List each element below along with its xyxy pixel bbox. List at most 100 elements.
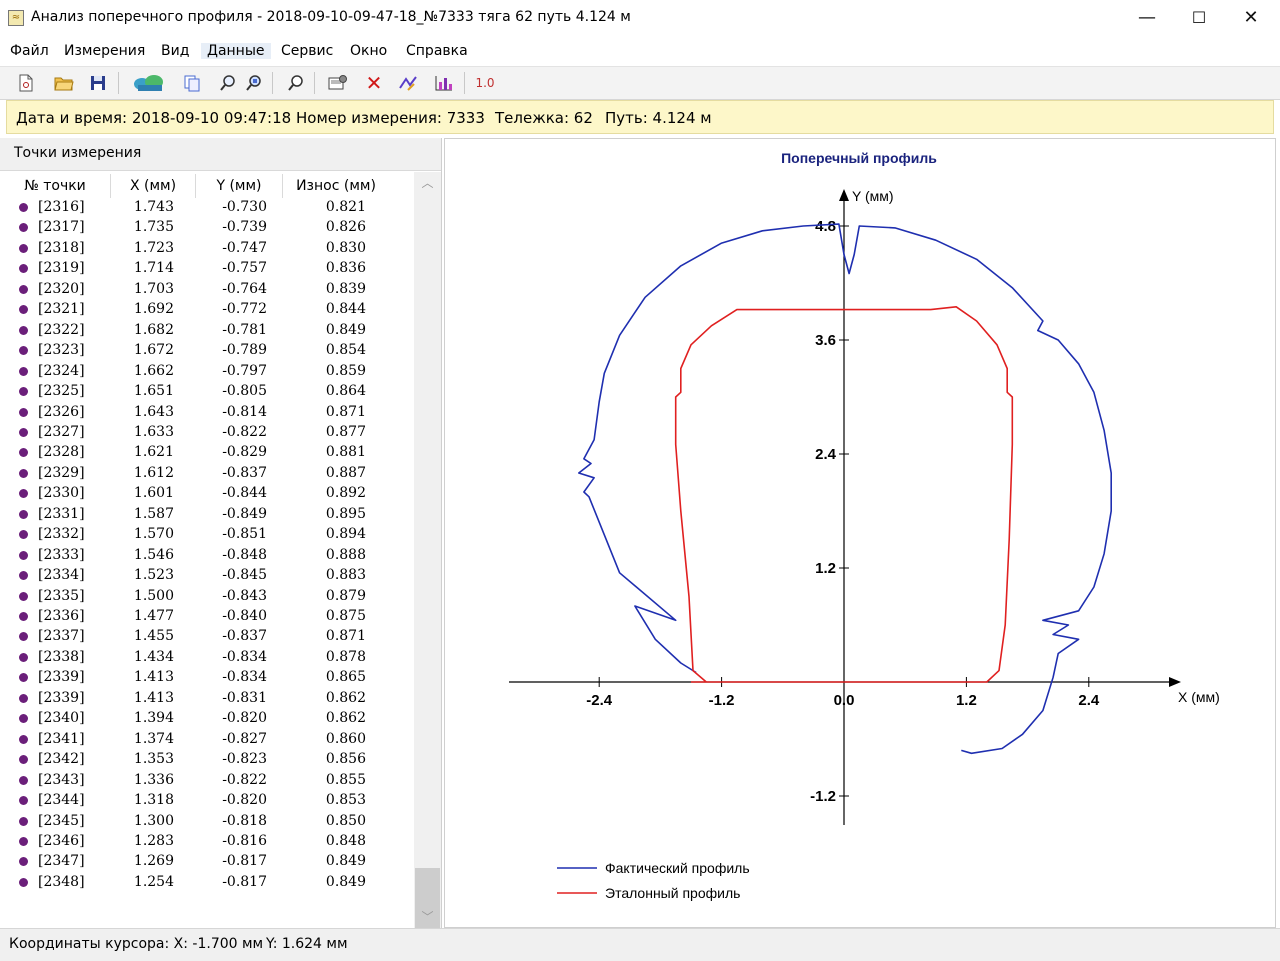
maximize-button[interactable]: ☐ xyxy=(1172,0,1226,36)
table-row[interactable]: [2317] 1.735 -0.739 0.826 xyxy=(0,218,414,238)
menu-bar: Файл Измерения Вид Данные Сервис Окно Сп… xyxy=(0,38,1280,66)
table-row[interactable]: [2328] 1.621 -0.829 0.881 xyxy=(0,443,414,463)
x-tick-label: -1.2 xyxy=(709,692,735,709)
edit-curve-icon[interactable] xyxy=(396,71,420,95)
copy-icon[interactable] xyxy=(180,71,204,95)
toolbar-separator xyxy=(118,72,119,94)
table-row[interactable]: [2323] 1.672 -0.789 0.854 xyxy=(0,341,414,361)
x-cell: 1.743 xyxy=(133,199,174,215)
table-row[interactable]: [2339] 1.413 -0.831 0.862 xyxy=(0,689,414,709)
table-row[interactable]: [2335] 1.500 -0.843 0.879 xyxy=(0,587,414,607)
table-row[interactable]: [2318] 1.723 -0.747 0.830 xyxy=(0,239,414,259)
new-document-icon[interactable] xyxy=(14,71,38,95)
point-id-cell: [2320] xyxy=(38,280,85,297)
points-scrollbar[interactable]: ︿ ﹀ xyxy=(414,172,441,932)
save-icon[interactable] xyxy=(86,71,110,95)
point-id-cell: [2348] xyxy=(38,873,85,890)
point-dot-icon xyxy=(19,325,28,335)
profile-chart-panel: Поперечный профиль X (мм) Y (мм) -2.4 -1.2 0… xyxy=(444,138,1276,928)
close-button[interactable]: ✕ xyxy=(1224,0,1278,36)
minimize-button[interactable]: — xyxy=(1120,0,1174,36)
wear-cell: 0.878 xyxy=(325,648,366,665)
point-dot-icon xyxy=(19,203,28,212)
table-row[interactable]: [2319] 1.714 -0.757 0.836 xyxy=(0,259,414,279)
x-cell: 1.672 xyxy=(133,342,174,359)
table-row[interactable]: [2337] 1.455 -0.837 0.871 xyxy=(0,627,414,647)
wear-cell: 0.881 xyxy=(325,444,366,461)
table-row[interactable]: [2316] 1.743 -0.730 0.821 xyxy=(0,198,414,218)
table-row[interactable]: [2321] 1.692 -0.772 0.844 xyxy=(0,300,414,320)
cloud-data-icon[interactable] xyxy=(130,71,170,95)
toolbar: ✕ 1.0 xyxy=(0,66,1280,100)
table-row[interactable]: [2342] 1.353 -0.823 0.856 xyxy=(0,750,414,770)
table-row[interactable]: [2348] 1.254 -0.817 0.849 xyxy=(0,873,414,893)
point-id-cell: [2336] xyxy=(38,608,85,624)
menu-help[interactable]: Справка xyxy=(406,43,468,59)
settings-icon[interactable] xyxy=(326,71,350,95)
search-icon[interactable] xyxy=(284,71,308,95)
zoom-icon[interactable] xyxy=(216,71,240,95)
menu-view[interactable]: Вид xyxy=(161,43,189,59)
table-row[interactable]: [2336] 1.477 -0.840 0.875 xyxy=(0,607,414,627)
menu-file[interactable]: Файл xyxy=(10,43,49,59)
open-folder-icon[interactable] xyxy=(52,71,76,95)
y-tick-label: 3.6 xyxy=(815,332,836,349)
chart-icon[interactable] xyxy=(432,71,456,95)
column-header-x[interactable]: X (мм) xyxy=(111,174,196,198)
menu-data[interactable]: Данные xyxy=(201,43,271,59)
table-row[interactable]: [2332] 1.570 -0.851 0.894 xyxy=(0,525,414,545)
point-dot-icon xyxy=(19,612,28,621)
point-dot-icon xyxy=(19,264,28,274)
x-cell: 1.633 xyxy=(133,423,174,440)
x-cell: 1.723 xyxy=(133,239,174,256)
wear-cell: 0.854 xyxy=(325,342,366,359)
menu-measurements[interactable]: Измерения xyxy=(64,43,145,59)
table-row[interactable]: [2344] 1.318 -0.820 0.853 xyxy=(0,791,414,811)
point-dot-icon xyxy=(19,448,28,458)
table-row[interactable]: [2324] 1.662 -0.797 0.859 xyxy=(0,362,414,382)
datetime-label: Дата и время: 2018-09-10 09:47:18 xyxy=(16,109,292,127)
column-header-wear[interactable]: Износ (мм) xyxy=(283,174,389,198)
menu-window[interactable]: Окно xyxy=(350,43,387,59)
wear-cell: 0.821 xyxy=(325,199,366,215)
table-row[interactable]: [2338] 1.434 -0.834 0.878 xyxy=(0,648,414,668)
table-row[interactable]: [2320] 1.703 -0.764 0.839 xyxy=(0,280,414,300)
menu-service[interactable]: Сервис xyxy=(281,43,333,59)
table-row[interactable]: [2343] 1.336 -0.822 0.855 xyxy=(0,771,414,791)
y-cell: -0.840 xyxy=(222,608,267,624)
table-row[interactable]: [2322] 1.682 -0.781 0.849 xyxy=(0,321,414,341)
zoom-fit-icon[interactable] xyxy=(242,71,266,95)
table-row[interactable]: [2334] 1.523 -0.845 0.883 xyxy=(0,566,414,586)
table-row[interactable]: [2347] 1.269 -0.817 0.849 xyxy=(0,852,414,872)
y-tick-label: 2.4 xyxy=(815,446,837,463)
table-row[interactable]: [2330] 1.601 -0.844 0.892 xyxy=(0,484,414,504)
column-header-point[interactable]: № точки xyxy=(0,174,111,198)
table-row[interactable]: [2341] 1.374 -0.827 0.860 xyxy=(0,730,414,750)
x-cell: 1.570 xyxy=(133,526,174,543)
table-row[interactable]: [2340] 1.394 -0.820 0.862 xyxy=(0,709,414,729)
point-id-cell: [2335] xyxy=(38,587,85,604)
profile-chart[interactable]: Поперечный профиль X (мм) Y (мм) -2.4 -1.2 0… xyxy=(445,139,1275,927)
table-row[interactable]: [2345] 1.300 -0.818 0.850 xyxy=(0,812,414,832)
legend-label: Эталонный профиль xyxy=(605,885,740,901)
points-panel-title: Точки измерения xyxy=(14,145,142,161)
table-row[interactable]: [2327] 1.633 -0.822 0.877 xyxy=(0,423,414,443)
table-row[interactable]: [2333] 1.546 -0.848 0.888 xyxy=(0,546,414,566)
x-cell: 1.254 xyxy=(133,873,174,890)
scroll-down-icon[interactable]: ﹀ xyxy=(414,906,441,928)
y-axis-label: Y (мм) xyxy=(852,188,894,204)
y-axis-arrow xyxy=(839,189,849,201)
y-cell: -0.747 xyxy=(222,239,267,256)
scroll-up-icon[interactable]: ︿ xyxy=(414,172,441,194)
table-row[interactable]: [2326] 1.643 -0.814 0.871 xyxy=(0,403,414,423)
scale-icon[interactable]: 1.0 xyxy=(472,71,498,95)
table-row[interactable]: [2325] 1.651 -0.805 0.864 xyxy=(0,382,414,402)
delete-icon[interactable]: ✕ xyxy=(362,71,386,95)
table-row[interactable]: [2339] 1.413 -0.834 0.865 xyxy=(0,668,414,688)
x-cell: 1.336 xyxy=(133,771,174,788)
column-header-y[interactable]: Y (мм) xyxy=(196,174,283,198)
table-row[interactable]: [2331] 1.587 -0.849 0.895 xyxy=(0,505,414,525)
y-cell: -0.844 xyxy=(222,485,267,502)
table-row[interactable]: [2329] 1.612 -0.837 0.887 xyxy=(0,464,414,484)
table-row[interactable]: [2346] 1.283 -0.816 0.848 xyxy=(0,832,414,852)
